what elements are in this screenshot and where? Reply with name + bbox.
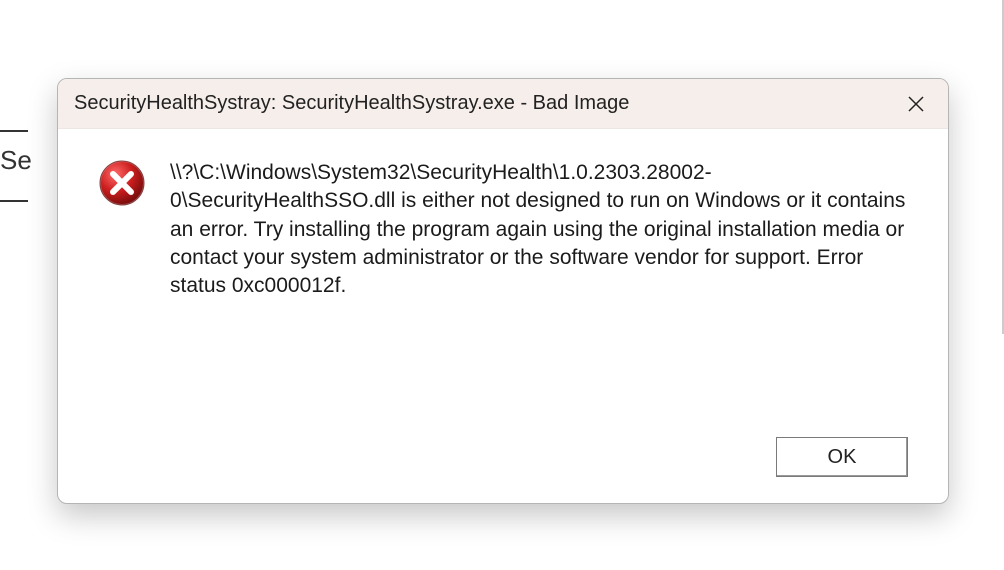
background-partial-text: Se (0, 145, 32, 176)
dialog-icon-wrap (98, 159, 146, 417)
ok-button[interactable]: OK (776, 437, 908, 477)
error-dialog: SecurityHealthSystray: SecurityHealthSys… (57, 78, 949, 504)
dialog-content: \\?\C:\Windows\System32\SecurityHealth\1… (58, 129, 948, 437)
dialog-button-row: OK (58, 437, 948, 503)
dialog-message: \\?\C:\Windows\System32\SecurityHealth\1… (170, 159, 908, 417)
background-divider-bottom (0, 200, 28, 202)
dialog-title: SecurityHealthSystray: SecurityHealthSys… (74, 92, 896, 115)
background-divider-top (0, 130, 28, 132)
dialog-titlebar: SecurityHealthSystray: SecurityHealthSys… (58, 79, 948, 129)
close-icon (908, 96, 924, 112)
error-icon (98, 159, 146, 207)
close-button[interactable] (896, 84, 936, 124)
